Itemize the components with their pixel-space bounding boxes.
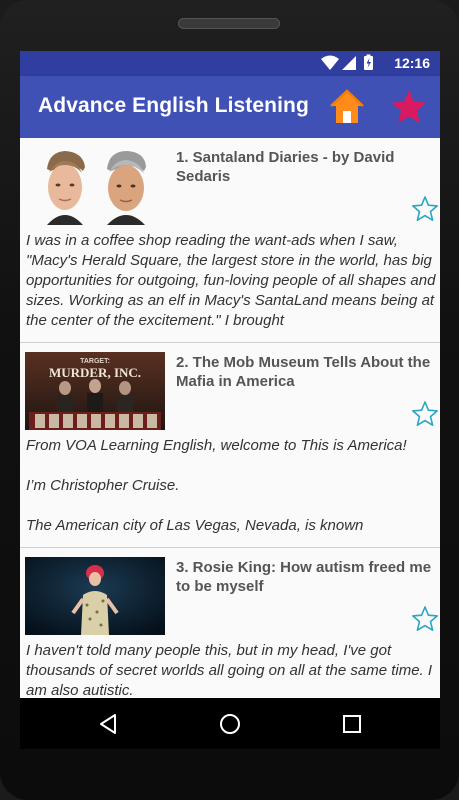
item-excerpt: From VOA Learning English, welcome to Th… (26, 437, 407, 534)
app-title: Advance English Listening (38, 94, 309, 117)
earpiece-speaker (178, 18, 280, 29)
article-list: 1. Santaland Diaries - by David Sedaris … (20, 138, 440, 698)
item-excerpt: I was in a coffee shop reading the want-… (26, 232, 436, 329)
star-icon[interactable] (390, 88, 428, 126)
system-nav-bar (20, 698, 440, 749)
favorite-star-icon[interactable] (411, 400, 439, 428)
phone-frame: 12:16 Advance English Listening 1. Santa… (0, 0, 459, 800)
screen: 12:16 Advance English Listening 1. Santa… (20, 51, 440, 749)
app-bar: Advance English Listening (20, 76, 440, 138)
thumb-caption-1: TARGET: (80, 358, 110, 365)
list-item[interactable]: TARGET: MURDER, INC. 2. The Mob Museum T… (20, 343, 440, 548)
favorite-star-icon[interactable] (411, 195, 439, 223)
item-excerpt: I haven't told many people this, but in … (26, 642, 433, 698)
speaker-on-stage-photo (25, 557, 165, 635)
item-title[interactable]: 1. Santaland Diaries - by David Sedaris (176, 148, 438, 186)
status-icons (321, 54, 373, 70)
status-bar: 12:16 (20, 51, 440, 76)
two-faces-photo (25, 147, 165, 225)
wifi-icon (321, 55, 339, 70)
home-circle-icon[interactable] (218, 712, 242, 736)
home-icon[interactable] (328, 88, 366, 126)
item-title[interactable]: 3. Rosie King: How autism freed me to be… (176, 558, 438, 596)
status-time: 12:16 (394, 55, 430, 71)
battery-icon (364, 54, 373, 70)
list-item[interactable]: 1. Santaland Diaries - by David Sedaris … (20, 138, 440, 343)
recents-icon[interactable] (340, 712, 364, 736)
back-icon[interactable] (96, 712, 120, 736)
favorite-star-icon[interactable] (411, 605, 439, 633)
item-title[interactable]: 2. The Mob Museum Tells About the Mafia … (176, 353, 438, 391)
list-item[interactable]: 3. Rosie King: How autism freed me to be… (20, 548, 440, 698)
signal-icon (342, 56, 356, 70)
thumb-caption-2: MURDER, INC. (49, 365, 141, 380)
mob-museum-photo: TARGET: MURDER, INC. (25, 352, 165, 430)
